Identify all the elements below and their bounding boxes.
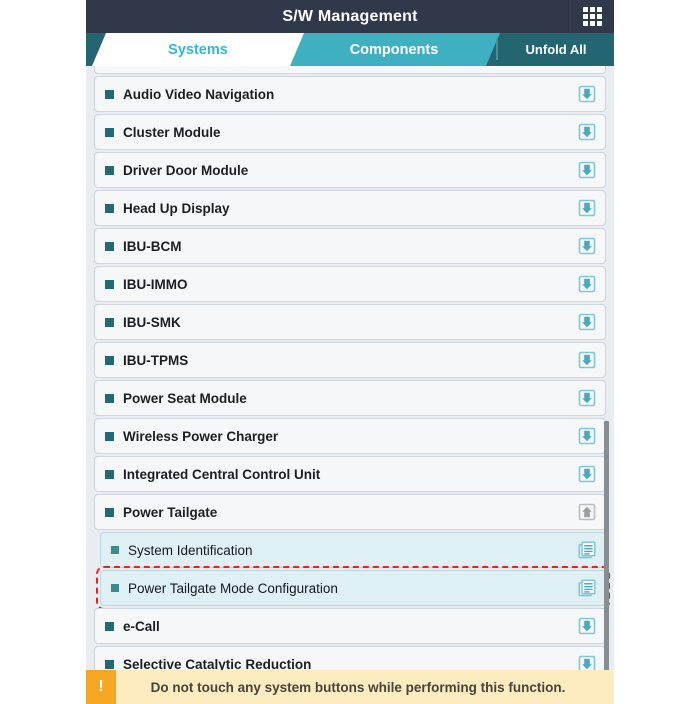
bullet-icon (111, 584, 119, 592)
list-item-label: Power Tailgate Mode Configuration (128, 580, 338, 596)
list-item-label: Power Tailgate (123, 504, 218, 520)
download-icon (578, 161, 596, 179)
app-header: S/W Management (86, 0, 614, 33)
download-icon (578, 617, 596, 635)
download-icon (578, 389, 596, 407)
download-icon-button[interactable] (577, 122, 597, 142)
download-icon-button[interactable] (577, 236, 597, 256)
bullet-icon (105, 279, 114, 289)
download-icon-button[interactable] (577, 388, 597, 408)
bullet-icon (105, 241, 114, 251)
bullet-icon (105, 393, 114, 403)
list-item-label: Head Up Display (123, 200, 230, 216)
download-icon (578, 427, 596, 445)
list-item-group[interactable]: Cluster Module (94, 114, 606, 150)
unfold-all-label: Unfold All (525, 42, 587, 57)
bullet-icon (111, 546, 119, 554)
system-list-container: Audio Video Navigation Cluster Module Driv… (86, 66, 614, 703)
document-icon (578, 579, 596, 597)
list-item-label: IBU-IMMO (123, 276, 188, 292)
list-item-sub[interactable]: System Identification (100, 532, 606, 568)
list-scrollbar-track[interactable] (604, 99, 612, 703)
warning-bar: ! Do not touch any system buttons while … (86, 670, 614, 704)
list-item-label: e-Call (123, 618, 160, 634)
list-item-label: Driver Door Module (123, 162, 249, 178)
bullet-icon (105, 127, 114, 137)
download-icon-button[interactable] (577, 616, 597, 636)
list-item-label: IBU-TPMS (123, 352, 189, 368)
warning-exclamation-icon: ! (86, 670, 116, 704)
download-icon-button[interactable] (577, 84, 597, 104)
bullet-icon (105, 89, 114, 99)
unfold-all-button[interactable]: Unfold All (498, 33, 614, 66)
list-item-label: Power Seat Module (123, 390, 247, 406)
list-item-group[interactable]: Power Tailgate (94, 494, 606, 530)
tab-systems[interactable]: Systems (92, 33, 304, 66)
grid-menu-icon (583, 7, 602, 26)
download-icon (578, 85, 596, 103)
list-item-group[interactable] (94, 66, 606, 74)
system-list: Audio Video Navigation Cluster Module Driv… (94, 66, 610, 684)
list-item-label: Integrated Central Control Unit (123, 466, 321, 482)
list-item-group[interactable]: Driver Door Module (94, 152, 606, 188)
bullet-icon (105, 507, 114, 517)
document-icon (578, 541, 596, 559)
download-icon (578, 199, 596, 217)
download-icon (578, 275, 596, 293)
download-icon-button[interactable] (577, 160, 597, 180)
grid-menu-button[interactable] (570, 0, 614, 33)
bullet-icon (105, 317, 114, 327)
bullet-icon (105, 203, 114, 213)
upload-icon-button[interactable] (577, 502, 597, 522)
list-item-label: System Identification (128, 542, 253, 558)
download-icon-button[interactable] (577, 312, 597, 332)
list-item-label: Audio Video Navigation (123, 86, 275, 102)
download-icon (578, 123, 596, 141)
list-item-group[interactable]: Integrated Central Control Unit (94, 456, 606, 492)
sw-management-app: S/W Management Components Systems Unfold… (86, 0, 614, 704)
warning-text: Do not touch any system buttons while pe… (150, 679, 566, 695)
download-icon (578, 465, 596, 483)
list-item-group[interactable]: Head Up Display (94, 190, 606, 226)
bullet-icon (105, 621, 114, 631)
tab-components-label: Components (349, 41, 439, 58)
upload-icon (578, 503, 596, 521)
download-icon-button[interactable] (577, 350, 597, 370)
list-item-label: Wireless Power Charger (123, 428, 279, 444)
tab-bar: Components Systems Unfold All (86, 33, 614, 66)
tab-systems-label: Systems (168, 41, 228, 58)
list-scrollbar-thumb[interactable] (604, 421, 609, 701)
bullet-icon (105, 431, 114, 441)
download-icon (578, 237, 596, 255)
list-item-group[interactable]: Audio Video Navigation (94, 76, 606, 112)
page-title: S/W Management (282, 7, 418, 25)
list-item-label: IBU-BCM (123, 238, 182, 254)
list-item-group[interactable]: Wireless Power Charger (94, 418, 606, 454)
download-icon (578, 313, 596, 331)
document-icon-button[interactable] (577, 578, 597, 598)
bullet-icon (105, 659, 114, 669)
tab-components[interactable]: Components (288, 33, 500, 66)
list-item-label: Cluster Module (123, 124, 221, 140)
list-item-group[interactable]: IBU-SMK (94, 304, 606, 340)
list-item-group[interactable]: IBU-TPMS (94, 342, 606, 378)
bullet-icon (105, 469, 114, 479)
list-item-group[interactable]: IBU-IMMO (94, 266, 606, 302)
bullet-icon (105, 355, 114, 365)
warning-badge-label: ! (98, 678, 104, 695)
download-icon (578, 351, 596, 369)
download-icon-button[interactable] (577, 464, 597, 484)
download-icon-button[interactable] (577, 274, 597, 294)
list-item-group[interactable]: Power Seat Module (94, 380, 606, 416)
list-item-group[interactable]: e-Call (94, 608, 606, 644)
list-item-sub[interactable]: Power Tailgate Mode Configuration (96, 566, 610, 610)
download-icon-button[interactable] (577, 198, 597, 218)
bullet-icon (105, 165, 114, 175)
download-icon-button[interactable] (577, 426, 597, 446)
list-item-group[interactable]: IBU-BCM (94, 228, 606, 264)
document-icon-button[interactable] (577, 540, 597, 560)
list-item-label: IBU-SMK (123, 314, 181, 330)
